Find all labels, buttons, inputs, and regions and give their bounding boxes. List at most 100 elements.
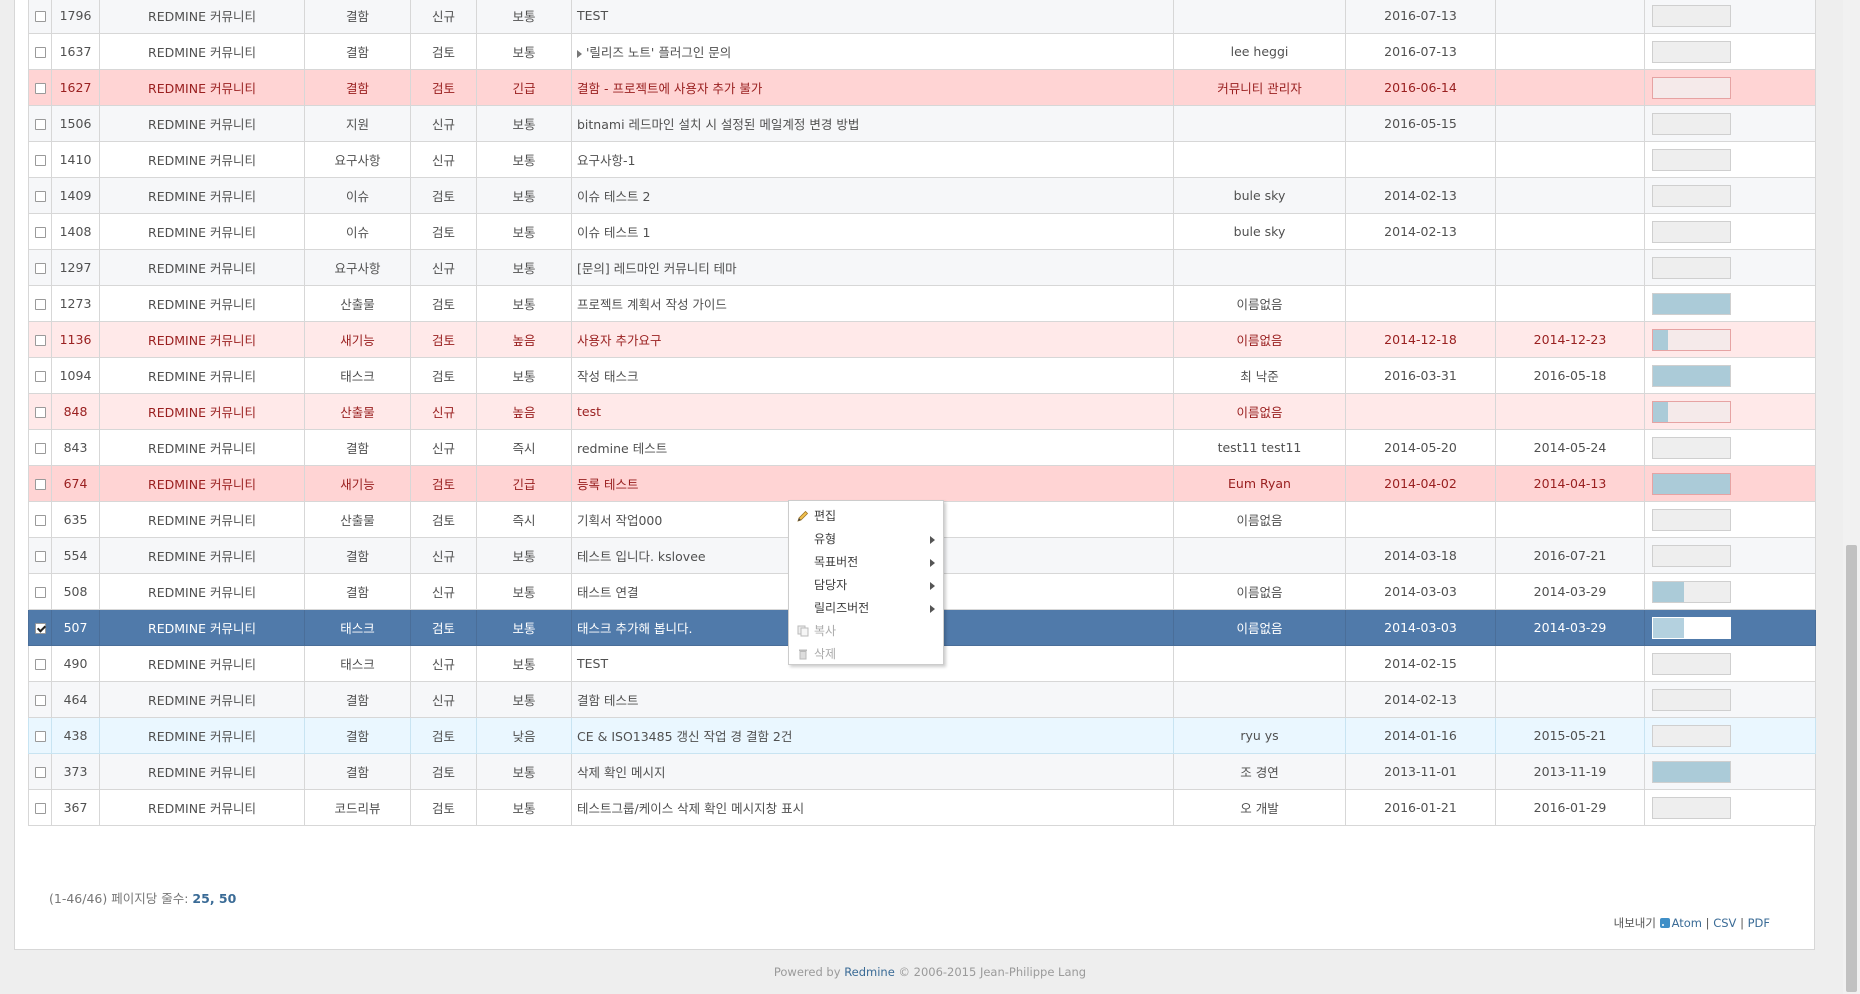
row-checkbox[interactable] bbox=[34, 767, 46, 778]
subject-cell[interactable]: TEST bbox=[571, 0, 1174, 34]
table-row[interactable]: 367 REDMINE 커뮤니티 코드리뷰 검토 보통 테스트그룹/케이스 삭제 확인 메… bbox=[28, 789, 1816, 826]
row-checkbox[interactable] bbox=[34, 83, 46, 94]
subject-cell[interactable]: 삭제 확인 메시지 bbox=[571, 753, 1174, 790]
redmine-link[interactable]: Redmine bbox=[844, 965, 895, 979]
subject-cell[interactable]: '릴리즈 노트' 플러그인 문의 bbox=[571, 33, 1174, 70]
row-checkbox[interactable] bbox=[34, 47, 46, 58]
export-atom-link[interactable]: Atom bbox=[1672, 916, 1702, 930]
row-checkbox[interactable] bbox=[34, 803, 46, 814]
table-row[interactable]: 1094 REDMINE 커뮤니티 태스크 검토 보통 작성 태스크 최 낙준 2016-03… bbox=[28, 357, 1816, 394]
table-row[interactable]: 1136 REDMINE 커뮤니티 새기능 검토 높음 사용자 추가요구 이름없음 2014-… bbox=[28, 321, 1816, 358]
table-row[interactable]: 1410 REDMINE 커뮤니티 요구사항 신규 보통 요구사항-1 bbox=[28, 141, 1816, 178]
row-checkbox[interactable] bbox=[34, 731, 46, 742]
row-checkbox[interactable] bbox=[34, 695, 46, 706]
subject-cell[interactable]: 요구사항-1 bbox=[571, 141, 1174, 178]
row-checkbox[interactable] bbox=[34, 299, 46, 310]
issue-id[interactable]: 1796 bbox=[51, 0, 100, 34]
row-checkbox[interactable] bbox=[34, 659, 46, 670]
issue-id[interactable]: 507 bbox=[51, 609, 100, 646]
issue-id[interactable]: 464 bbox=[51, 681, 100, 718]
table-row[interactable]: 1409 REDMINE 커뮤니티 이슈 검토 보통 이슈 테스트 2 bule sky 20… bbox=[28, 177, 1816, 214]
subject-cell[interactable]: 프로젝트 계획서 작성 가이드 bbox=[571, 285, 1174, 322]
row-checkbox[interactable] bbox=[34, 11, 46, 22]
per-page-50[interactable]: 50 bbox=[219, 891, 236, 906]
issue-id[interactable]: 1627 bbox=[51, 69, 100, 106]
table-row[interactable]: 1408 REDMINE 커뮤니티 이슈 검토 보통 이슈 테스트 1 bule sky 20… bbox=[28, 213, 1816, 250]
table-row[interactable]: 848 REDMINE 커뮤니티 산출물 신규 높음 test 이름없음 bbox=[28, 393, 1816, 430]
table-row[interactable]: 1273 REDMINE 커뮤니티 산출물 검토 보통 프로젝트 계획서 작성 가이드 이름… bbox=[28, 285, 1816, 322]
context-menu-edit[interactable]: 편집 bbox=[789, 505, 943, 528]
subject-cell[interactable]: redmine 테스트 bbox=[571, 429, 1174, 466]
issue-id[interactable]: 438 bbox=[51, 717, 100, 754]
issue-id[interactable]: 373 bbox=[51, 753, 100, 790]
table-row[interactable]: 1627 REDMINE 커뮤니티 결함 검토 긴급 결함 - 프로젝트에 사용자 추가 … bbox=[28, 69, 1816, 106]
table-row[interactable]: 373 REDMINE 커뮤니티 결함 검토 보통 삭제 확인 메시지 조 경연 2013-1… bbox=[28, 753, 1816, 790]
subject-cell[interactable]: 테스트그룹/케이스 삭제 확인 메시지창 표시 bbox=[571, 789, 1174, 826]
row-checkbox[interactable] bbox=[34, 335, 46, 346]
subject-cell[interactable]: 결함 - 프로젝트에 사용자 추가 불가 bbox=[571, 69, 1174, 106]
issue-id[interactable]: 367 bbox=[51, 789, 100, 826]
row-checkbox[interactable] bbox=[34, 443, 46, 454]
subject-cell[interactable]: bitnami 레드마인 설치 시 설정된 메일계정 변경 방법 bbox=[571, 105, 1174, 142]
row-checkbox[interactable] bbox=[34, 623, 46, 634]
subject-cell[interactable]: 결함 테스트 bbox=[571, 681, 1174, 718]
subject-cell[interactable]: [문의] 레드마인 커뮤니티 테마 bbox=[571, 249, 1174, 286]
context-menu-release-version[interactable]: 릴리즈버전 bbox=[789, 597, 943, 620]
issue-id[interactable]: 1136 bbox=[51, 321, 100, 358]
issue-id[interactable]: 1297 bbox=[51, 249, 100, 286]
table-row[interactable]: 438 REDMINE 커뮤니티 결함 검토 낮음 CE & ISO13485 갱신 작업… bbox=[28, 717, 1816, 754]
export-csv-link[interactable]: CSV bbox=[1713, 916, 1736, 930]
issue-id[interactable]: 554 bbox=[51, 537, 100, 574]
table-row[interactable]: 1297 REDMINE 커뮤니티 요구사항 신규 보통 [문의] 레드마인 커뮤니티 테… bbox=[28, 249, 1816, 286]
row-checkbox[interactable] bbox=[34, 263, 46, 274]
table-row[interactable]: 674 REDMINE 커뮤니티 새기능 검토 긴급 등록 테스트 Eum Ryan 2014… bbox=[28, 465, 1816, 502]
issue-id[interactable]: 848 bbox=[51, 393, 100, 430]
row-checkbox[interactable] bbox=[34, 587, 46, 598]
issue-id[interactable]: 1094 bbox=[51, 357, 100, 394]
vertical-scrollbar[interactable] bbox=[1843, 0, 1860, 994]
row-checkbox[interactable] bbox=[34, 479, 46, 490]
subject-cell[interactable]: 이슈 테스트 2 bbox=[571, 177, 1174, 214]
progress-bar-fill bbox=[1653, 473, 1730, 494]
subject-cell[interactable]: 등록 테스트 bbox=[571, 465, 1174, 502]
issue-id[interactable]: 1637 bbox=[51, 33, 100, 70]
due-date-cell bbox=[1495, 501, 1645, 538]
issue-id[interactable]: 490 bbox=[51, 645, 100, 682]
issue-id[interactable]: 635 bbox=[51, 501, 100, 538]
issue-id[interactable]: 1408 bbox=[51, 213, 100, 250]
row-checkbox[interactable] bbox=[34, 371, 46, 382]
issue-id[interactable]: 843 bbox=[51, 429, 100, 466]
subject-cell[interactable]: CE & ISO13485 갱신 작업 경 결함 2건 bbox=[571, 717, 1174, 754]
issue-id[interactable]: 508 bbox=[51, 573, 100, 610]
scrollbar-thumb[interactable] bbox=[1846, 545, 1857, 992]
issue-id[interactable]: 674 bbox=[51, 465, 100, 502]
row-checkbox[interactable] bbox=[34, 227, 46, 238]
row-checkbox[interactable] bbox=[34, 119, 46, 130]
export-pdf-link[interactable]: PDF bbox=[1748, 916, 1770, 930]
subject-cell[interactable]: 작성 태스크 bbox=[571, 357, 1174, 394]
row-checkbox[interactable] bbox=[34, 551, 46, 562]
expand-triangle-icon[interactable] bbox=[577, 49, 582, 58]
table-row[interactable]: 464 REDMINE 커뮤니티 결함 신규 보통 결함 테스트 2014-02-13 bbox=[28, 681, 1816, 718]
table-row[interactable]: 1506 REDMINE 커뮤니티 지원 신규 보통 bitnami 레드마인 설치 시 … bbox=[28, 105, 1816, 142]
issue-id[interactable]: 1506 bbox=[51, 105, 100, 142]
table-row[interactable]: 843 REDMINE 커뮤니티 결함 신규 즉시 redmine 테스트 test11 t… bbox=[28, 429, 1816, 466]
subject-cell[interactable]: 사용자 추가요구 bbox=[571, 321, 1174, 358]
row-checkbox[interactable] bbox=[34, 155, 46, 166]
issue-id[interactable]: 1273 bbox=[51, 285, 100, 322]
row-checkbox[interactable] bbox=[34, 407, 46, 418]
table-row[interactable]: 1637 REDMINE 커뮤니티 결함 검토 보통 '릴리즈 노트' 플러그인 문의 le… bbox=[28, 33, 1816, 70]
issue-id[interactable]: 1410 bbox=[51, 141, 100, 178]
subject-cell[interactable]: test bbox=[571, 393, 1174, 430]
tracker-cell-text: 결함 bbox=[345, 441, 369, 456]
row-checkbox[interactable] bbox=[34, 191, 46, 202]
pagination: (1-46/46) 페이지당 줄수: 25, 50 bbox=[49, 888, 236, 907]
subject-cell[interactable]: 이슈 테스트 1 bbox=[571, 213, 1174, 250]
table-row[interactable]: 1796 REDMINE 커뮤니티 결함 신규 보통 TEST 2016-07-13 bbox=[28, 0, 1816, 34]
row-checkbox[interactable] bbox=[34, 515, 46, 526]
context-menu-assignee[interactable]: 담당자 bbox=[789, 574, 943, 597]
context-menu-target-version[interactable]: 목표버전 bbox=[789, 551, 943, 574]
context-menu-tracker[interactable]: 유형 bbox=[789, 528, 943, 551]
issue-id[interactable]: 1409 bbox=[51, 177, 100, 214]
per-page-25[interactable]: 25 bbox=[192, 891, 209, 906]
